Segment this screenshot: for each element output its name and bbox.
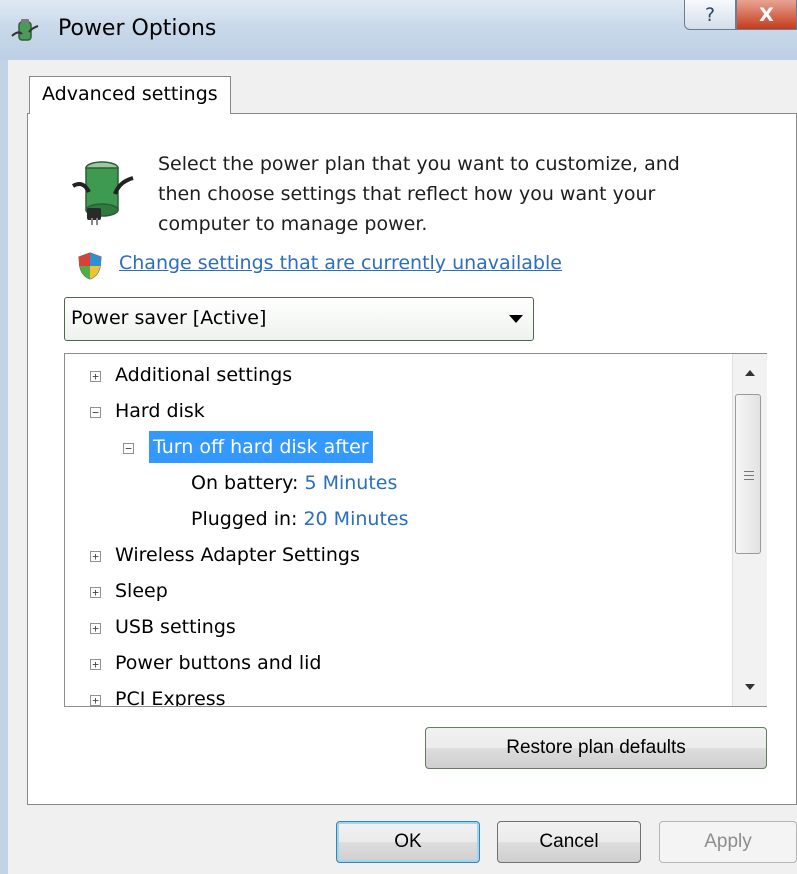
power-plan-value: Power saver [Active] xyxy=(71,307,267,329)
scroll-down-arrow-icon[interactable] xyxy=(733,666,767,706)
intro-line-3: computer to manage power. xyxy=(158,213,428,235)
plugged-in-value[interactable]: 20 Minutes xyxy=(303,508,408,530)
power-plan-dropdown[interactable]: Power saver [Active] xyxy=(64,297,534,341)
collapse-icon[interactable]: − xyxy=(90,407,101,418)
setting-label: Plugged in: xyxy=(191,508,298,530)
expand-icon[interactable]: + xyxy=(90,623,101,634)
expand-icon[interactable]: + xyxy=(90,551,101,562)
tree-item-label: USB settings xyxy=(115,616,236,638)
on-battery-value[interactable]: 5 Minutes xyxy=(304,472,397,494)
help-button[interactable]: ? xyxy=(684,0,736,30)
uac-shield-icon xyxy=(78,252,102,280)
tree-item-label: PCI Express xyxy=(115,688,226,707)
expand-icon[interactable]: + xyxy=(90,695,101,706)
scroll-thumb[interactable] xyxy=(735,394,761,554)
intro-line-1: Select the power plan that you want to c… xyxy=(158,153,680,175)
tree-item-label: Additional settings xyxy=(115,364,293,386)
window-title: Power Options xyxy=(58,16,217,41)
grip-line xyxy=(744,471,754,472)
tree-item-plugged-in[interactable]: Plugged in: 20 Minutes xyxy=(191,504,408,534)
intro-line-2: then choose settings that reflect how yo… xyxy=(158,183,656,205)
tree-item-label: Hard disk xyxy=(115,400,205,422)
tab-advanced-settings[interactable]: Advanced settings xyxy=(29,76,231,114)
close-icon: X xyxy=(759,3,774,26)
cancel-button[interactable]: Cancel xyxy=(497,821,641,863)
power-options-app-icon xyxy=(11,19,39,41)
dropdown-arrow-icon[interactable] xyxy=(509,315,523,323)
close-button[interactable]: X xyxy=(736,0,797,30)
tree-item-on-battery[interactable]: On battery: 5 Minutes xyxy=(191,468,397,498)
expand-icon[interactable]: + xyxy=(90,659,101,670)
grip-line xyxy=(744,479,754,480)
tree-item-label: Wireless Adapter Settings xyxy=(115,544,360,566)
ok-button[interactable]: OK xyxy=(336,821,480,863)
change-settings-link[interactable]: Change settings that are currently unava… xyxy=(119,252,562,274)
setting-label: On battery: xyxy=(191,472,299,494)
grip-line xyxy=(744,475,754,476)
help-icon: ? xyxy=(704,3,716,26)
tree-item-label: Power buttons and lid xyxy=(115,652,322,674)
apply-button[interactable]: Apply xyxy=(659,821,797,863)
tree-scrollbar[interactable] xyxy=(732,354,767,706)
power-options-window: Power Options ? X Advanced settings Sele… xyxy=(0,0,797,874)
restore-plan-defaults-button[interactable]: Restore plan defaults xyxy=(425,727,767,769)
intro-text: Select the power plan that you want to c… xyxy=(158,149,768,239)
collapse-icon[interactable]: − xyxy=(123,443,134,454)
settings-tree[interactable]: + Additional settings − Hard disk − Turn… xyxy=(64,353,767,707)
title-bar[interactable]: Power Options ? X xyxy=(0,0,797,60)
scroll-up-arrow-icon[interactable] xyxy=(733,354,767,394)
tree-item-label: Sleep xyxy=(115,580,168,602)
battery-plug-icon xyxy=(71,161,134,225)
window-frame-left xyxy=(0,60,8,874)
expand-icon[interactable]: + xyxy=(90,371,101,382)
expand-icon[interactable]: + xyxy=(90,587,101,598)
tree-item-label-selected: Turn off hard disk after xyxy=(149,431,373,463)
